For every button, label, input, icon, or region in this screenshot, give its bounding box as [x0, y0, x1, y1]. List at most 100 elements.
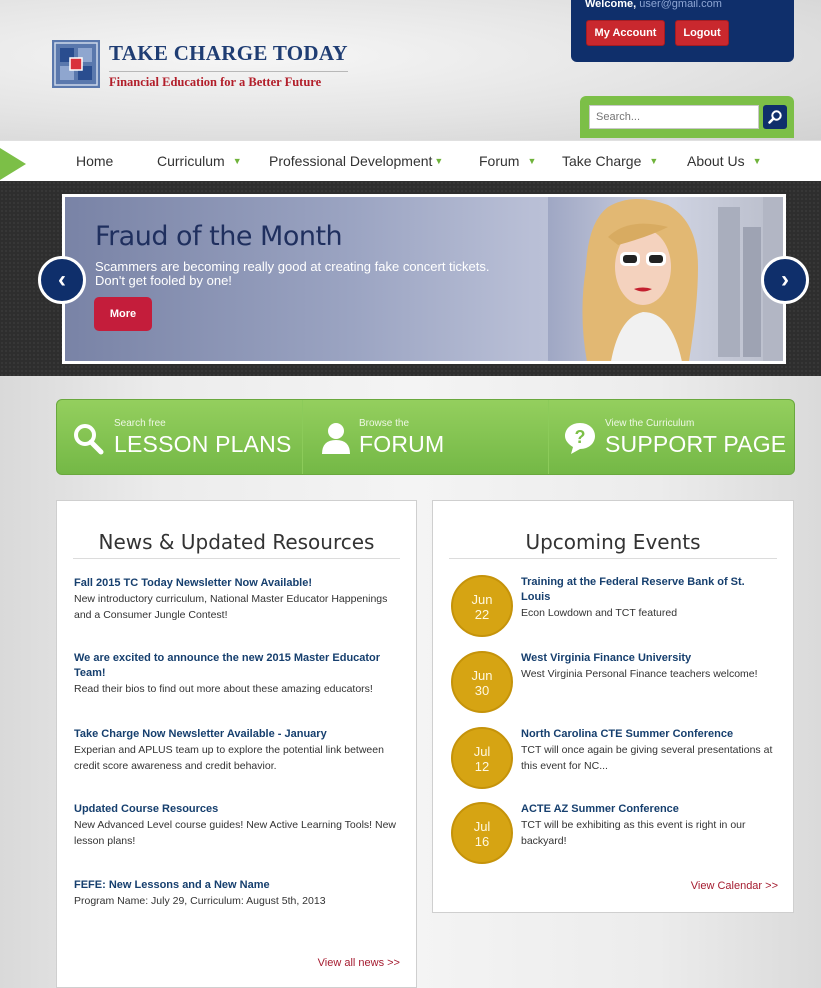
- quicklink-big-text: SUPPORT PAGE: [605, 431, 787, 457]
- news-item-title[interactable]: Fall 2015 TC Today Newsletter Now Availa…: [74, 576, 404, 591]
- event-month: Jun: [471, 592, 493, 607]
- event-month: Jul: [473, 744, 491, 759]
- list-item: FEFE: New Lessons and a New Name Program…: [74, 878, 404, 909]
- welcome-label: Welcome,: [585, 0, 637, 10]
- quicklink-small-text: Search free: [114, 418, 166, 429]
- welcome-email: user@gmail.com: [639, 0, 722, 10]
- quicklink-lesson-plans[interactable]: Search free LESSON PLANS: [57, 400, 303, 474]
- event-month: Jun: [471, 668, 493, 683]
- nav-pointer-arrow: [0, 148, 26, 180]
- svg-text:?: ?: [575, 427, 586, 447]
- events-panel: Upcoming Events Jun 22 Training at the F…: [432, 500, 794, 913]
- account-panel: Welcome, user@gmail.com My Account Logou…: [571, 0, 794, 62]
- news-panel: News & Updated Resources Fall 2015 TC To…: [56, 500, 417, 988]
- quicklink-support-page[interactable]: ? View the Curriculum SUPPORT PAGE: [549, 400, 794, 474]
- quicklinks-bar: Search free LESSON PLANS Browse the FORU…: [56, 399, 795, 475]
- hero-text: Scammers are becoming really good at cre…: [95, 259, 490, 288]
- nav-label: About Us: [687, 153, 745, 169]
- event-day: 30: [474, 683, 490, 698]
- main-nav: Home Curriculum ▼ Professional Developmen…: [0, 140, 821, 181]
- search-icon: [74, 424, 104, 455]
- nav-item-curriculum[interactable]: Curriculum ▼: [157, 153, 242, 169]
- chevron-down-icon: ▼: [434, 156, 444, 166]
- quicklink-forum[interactable]: Browse the FORUM: [303, 400, 549, 474]
- logout-button[interactable]: Logout: [675, 20, 729, 46]
- nav-item-professional-development[interactable]: Professional Development ▼: [269, 153, 443, 169]
- events-panel-title: Upcoming Events: [525, 530, 701, 554]
- news-item-title[interactable]: FEFE: New Lessons and a New Name: [74, 878, 404, 893]
- news-item-title[interactable]: Updated Course Resources: [74, 802, 404, 817]
- event-item: Jun 22 Training at the Federal Reserve B…: [451, 575, 781, 641]
- quicklink-small-text: View the Curriculum: [605, 418, 695, 429]
- hero-photo: [548, 197, 783, 361]
- chevron-down-icon: ▼: [527, 156, 537, 166]
- view-calendar-link[interactable]: View Calendar >>: [691, 880, 778, 892]
- nav-label: Forum: [479, 153, 520, 169]
- nav-label: Professional Development: [269, 153, 433, 169]
- event-item: Jul 16 ACTE AZ Summer Conference TCT wil…: [451, 802, 781, 868]
- event-date-badge: Jun 30: [451, 651, 513, 713]
- list-item: Updated Course Resources New Advanced Le…: [74, 802, 404, 849]
- event-item: Jun 30 West Virginia Finance University …: [451, 651, 781, 717]
- event-day: 22: [474, 607, 490, 622]
- my-account-button[interactable]: My Account: [586, 20, 665, 46]
- event-desc: TCT will be exhibiting as this event is …: [521, 819, 746, 847]
- search-button[interactable]: [763, 105, 787, 129]
- event-title[interactable]: ACTE AZ Summer Conference: [521, 802, 776, 817]
- event-date-badge: Jul 16: [451, 802, 513, 864]
- news-item-title[interactable]: Take Charge Now Newsletter Available - J…: [74, 727, 404, 742]
- list-item: We are excited to announce the new 2015 …: [74, 651, 404, 697]
- quicklink-big-text: LESSON PLANS: [114, 431, 292, 457]
- event-title[interactable]: North Carolina CTE Summer Conference: [521, 727, 776, 742]
- help-icon: ?: [565, 423, 595, 454]
- logo-mark-icon: [52, 40, 100, 88]
- event-day: 16: [474, 834, 490, 849]
- event-date-badge: Jul 12: [451, 727, 513, 789]
- news-panel-title: News & Updated Resources: [98, 530, 375, 554]
- news-item-desc: New introductory curriculum, National Ma…: [74, 593, 388, 621]
- nav-label: Home: [76, 153, 114, 169]
- nav-label: Curriculum: [157, 153, 225, 169]
- chevron-down-icon: ▼: [649, 156, 659, 166]
- event-month: Jul: [473, 819, 491, 834]
- news-item-desc: Program Name: July 29, Curriculum: Augus…: [74, 895, 326, 907]
- news-item-desc: Experian and APLUS team up to explore th…: [74, 744, 384, 772]
- event-title[interactable]: Training at the Federal Reserve Bank of …: [521, 575, 776, 605]
- logo-title: TAKE CHARGE TODAY: [109, 41, 348, 65]
- site-header: TAKE CHARGE TODAY Financial Education fo…: [0, 0, 821, 140]
- site-logo[interactable]: TAKE CHARGE TODAY Financial Education fo…: [52, 40, 348, 90]
- hero-more-button[interactable]: More: [94, 297, 152, 331]
- quicklink-small-text: Browse the: [359, 418, 410, 429]
- hero-slider: Fraud of the Month Scammers are becoming…: [0, 181, 821, 376]
- divider: [73, 558, 400, 559]
- search-icon: [768, 110, 782, 124]
- event-desc: TCT will once again be giving several pr…: [521, 744, 773, 772]
- event-desc: Econ Lowdown and TCT featured: [521, 607, 678, 619]
- event-desc: West Virginia Personal Finance teachers …: [521, 668, 758, 680]
- search-input[interactable]: [589, 105, 759, 129]
- welcome-text: Welcome, user@gmail.com: [585, 0, 722, 10]
- event-item: Jul 12 North Carolina CTE Summer Confere…: [451, 727, 781, 793]
- nav-label: Take Charge: [562, 153, 642, 169]
- view-all-news-link[interactable]: View all news >>: [318, 957, 400, 969]
- chevron-down-icon: ▼: [752, 156, 762, 166]
- chevron-down-icon: ▼: [232, 156, 242, 166]
- list-item: Fall 2015 TC Today Newsletter Now Availa…: [74, 576, 404, 623]
- hero-prev-button[interactable]: ‹: [38, 256, 86, 304]
- logo-tagline: Financial Education for a Better Future: [109, 71, 348, 90]
- news-item-title[interactable]: We are excited to announce the new 2015 …: [74, 651, 404, 681]
- list-item: Take Charge Now Newsletter Available - J…: [74, 727, 404, 774]
- nav-item-about-us[interactable]: About Us ▼: [687, 153, 762, 169]
- user-icon: [322, 423, 350, 454]
- news-item-desc: Read their bios to find out more about t…: [74, 683, 373, 695]
- quicklink-big-text: FORUM: [359, 431, 445, 457]
- event-day: 12: [474, 759, 490, 774]
- search-container: [580, 96, 794, 138]
- hero-next-button[interactable]: ›: [761, 256, 809, 304]
- event-title[interactable]: West Virginia Finance University: [521, 651, 776, 666]
- hero-slide: Fraud of the Month Scammers are becoming…: [62, 194, 786, 364]
- nav-item-take-charge[interactable]: Take Charge ▼: [562, 153, 658, 169]
- nav-item-forum[interactable]: Forum ▼: [479, 153, 536, 169]
- nav-item-home[interactable]: Home: [76, 153, 113, 169]
- divider: [449, 558, 777, 559]
